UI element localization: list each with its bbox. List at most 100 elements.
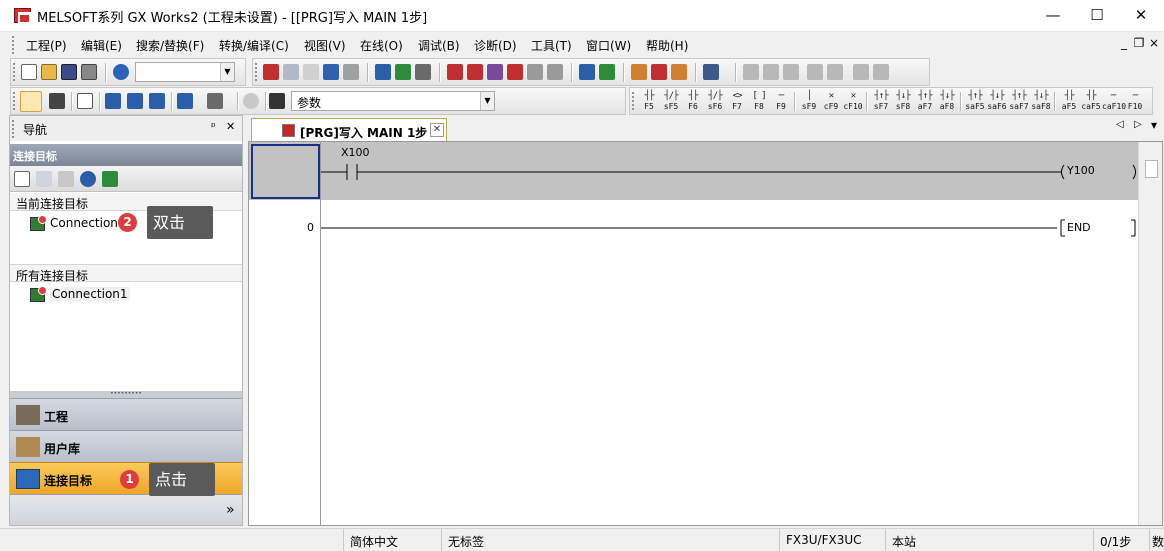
monitor-write-icon[interactable] <box>547 64 563 80</box>
watch-icon[interactable] <box>177 93 193 109</box>
new-file-icon[interactable] <box>21 64 37 80</box>
convert-all-icon[interactable] <box>671 64 687 80</box>
chevron-down-icon[interactable]: ▼ <box>480 92 494 110</box>
device-find-icon[interactable] <box>395 64 411 80</box>
device-batch-icon[interactable] <box>599 64 615 80</box>
tab-prev-icon[interactable]: ◁ <box>1116 119 1124 130</box>
ladder-key-f8[interactable]: [ ] F8 <box>748 91 770 113</box>
cut-icon[interactable] <box>263 64 279 80</box>
mdi-restore-button[interactable]: ❐ <box>1131 36 1147 50</box>
device-search-icon[interactable] <box>375 64 391 80</box>
save-icon[interactable] <box>61 64 77 80</box>
ladder-key-af7[interactable]: ┤↑├ aF7 <box>914 91 936 113</box>
mdi-minimize-button[interactable]: _ <box>1116 36 1132 50</box>
pane-project[interactable]: 工程 <box>10 398 242 430</box>
convert-online-icon[interactable] <box>651 64 667 80</box>
menu-edit[interactable]: 编辑(E) <box>81 37 122 54</box>
undo-icon[interactable] <box>323 64 339 80</box>
menu-view[interactable]: 视图(V) <box>304 37 346 54</box>
chevron-down-icon[interactable]: ▼ <box>220 63 234 81</box>
nav-close-icon[interactable]: ✕ <box>226 120 235 133</box>
paste-connection-icon[interactable] <box>58 171 74 187</box>
close-button[interactable]: ✕ <box>1118 0 1164 31</box>
pane-splitter[interactable]: ••••••••• <box>10 391 242 398</box>
verify-icon[interactable] <box>487 64 503 80</box>
convert-icon[interactable] <box>631 64 647 80</box>
device-register-icon[interactable] <box>149 93 165 109</box>
sfc-icon[interactable] <box>743 64 759 80</box>
device-batch-replace-icon[interactable] <box>127 93 143 109</box>
ladder-key-af8[interactable]: ┤↓├ aF8 <box>936 91 958 113</box>
vertical-scrollbar[interactable] <box>1138 142 1162 525</box>
ladder-key-f9[interactable]: ─ F9 <box>770 91 792 113</box>
copy-icon[interactable] <box>283 64 299 80</box>
redo-icon[interactable] <box>343 64 359 80</box>
ladder-key-saf6[interactable]: ┤↓├ saF6 <box>986 91 1008 113</box>
ladder-editor[interactable]: X100 Y100 0 END <box>248 141 1163 526</box>
menu-help[interactable]: 帮助(H) <box>646 37 688 54</box>
write-to-plc-icon[interactable] <box>447 64 463 80</box>
read-from-plc-icon[interactable] <box>467 64 483 80</box>
ladder-key-caf5[interactable]: ┤├ caF5 <box>1080 91 1102 113</box>
scrollbar-thumb[interactable] <box>1145 160 1158 178</box>
pane-user-library[interactable]: 用户库 <box>10 430 242 462</box>
menu-diagnostics[interactable]: 诊断(D) <box>474 37 517 54</box>
ladder-key-cf10[interactable]: ✕ cF10 <box>842 91 864 113</box>
ladder-key-f10[interactable]: ─ F10 <box>1124 91 1146 113</box>
partner-icon[interactable] <box>49 93 65 109</box>
parameter-combo[interactable]: 参数 ▼ <box>291 91 495 111</box>
sfc-zoom-out-icon[interactable] <box>873 64 889 80</box>
all-connection-item[interactable]: Connection1 <box>30 285 130 302</box>
ladder-key-sf8[interactable]: ┤↓├ sF8 <box>892 91 914 113</box>
instruction-search-icon[interactable] <box>415 64 431 80</box>
copy-connection-icon[interactable] <box>36 171 52 187</box>
ladder-key-f5[interactable]: ┤├ F5 <box>638 91 660 113</box>
expand-panes-icon[interactable]: » <box>226 502 235 518</box>
monitor-icon[interactable] <box>507 64 523 80</box>
sfc-end-icon[interactable] <box>827 64 843 80</box>
ladder-key-cf9[interactable]: ✕ cF9 <box>820 91 842 113</box>
menu-online[interactable]: 在线(O) <box>360 37 403 54</box>
ladder-key-sf6[interactable]: ┤/├ sF6 <box>704 91 726 113</box>
ladder-key-saf7[interactable]: ┤↑├ saF7 <box>1008 91 1030 113</box>
menu-debug[interactable]: 调试(B) <box>418 37 460 54</box>
ladder-key-sf7[interactable]: ┤↑├ sF7 <box>870 91 892 113</box>
ladder-key-caf10[interactable]: ─ caF10 <box>1102 91 1126 113</box>
ladder-key-f7[interactable]: <> F7 <box>726 91 748 113</box>
device-list-icon[interactable] <box>105 93 121 109</box>
maximize-button[interactable]: ☐ <box>1074 0 1120 31</box>
menu-convert-compile[interactable]: 转换/编译(C) <box>219 37 289 54</box>
menu-tool[interactable]: 工具(T) <box>531 37 572 54</box>
disabled-help-icon[interactable] <box>243 93 259 109</box>
device-test-icon[interactable] <box>579 64 595 80</box>
ladder-key-sf5[interactable]: ┤/├ sF5 <box>660 91 682 113</box>
search-option-icon[interactable] <box>207 93 223 109</box>
binoculars-icon[interactable] <box>269 93 285 109</box>
ladder-key-f6[interactable]: ┤├ F6 <box>682 91 704 113</box>
toolbar-combo[interactable]: ▼ <box>135 62 235 82</box>
connection-info-icon[interactable] <box>80 171 96 187</box>
ladder-key-saf5[interactable]: ┤↑├ saF5 <box>964 91 986 113</box>
output-window-icon[interactable] <box>77 93 93 109</box>
monitor-stop-icon[interactable] <box>527 64 543 80</box>
sfc-jump-icon[interactable] <box>807 64 823 80</box>
menu-project[interactable]: 工程(P) <box>26 37 67 54</box>
mdi-close-button[interactable]: × <box>1146 36 1162 50</box>
open-folder-icon[interactable] <box>41 64 57 80</box>
ladder-key-af5[interactable]: ┤├ aF5 <box>1058 91 1080 113</box>
minimize-button[interactable]: — <box>1030 0 1076 31</box>
current-connection-item[interactable]: Connection1 <box>30 214 126 231</box>
pin-icon[interactable]: ᵖ <box>211 120 216 133</box>
ladder-key-saf8[interactable]: ┤↓├ saF8 <box>1030 91 1052 113</box>
sfc-step-icon[interactable] <box>763 64 779 80</box>
refresh-icon[interactable] <box>102 171 118 187</box>
menu-find-replace[interactable]: 搜索/替换(F) <box>136 37 204 54</box>
sfc-zoom-in-icon[interactable] <box>853 64 869 80</box>
tab-menu-icon[interactable]: ▾ <box>1151 118 1157 132</box>
tab-prg-main[interactable]: [PRG]写入 MAIN 1步 ✕ <box>251 118 447 142</box>
simulation-icon[interactable] <box>703 64 719 80</box>
help-icon[interactable] <box>113 64 129 80</box>
print-icon[interactable] <box>81 64 97 80</box>
tab-close-icon[interactable]: ✕ <box>430 123 444 137</box>
navigation-toggle-icon[interactable] <box>20 91 42 112</box>
